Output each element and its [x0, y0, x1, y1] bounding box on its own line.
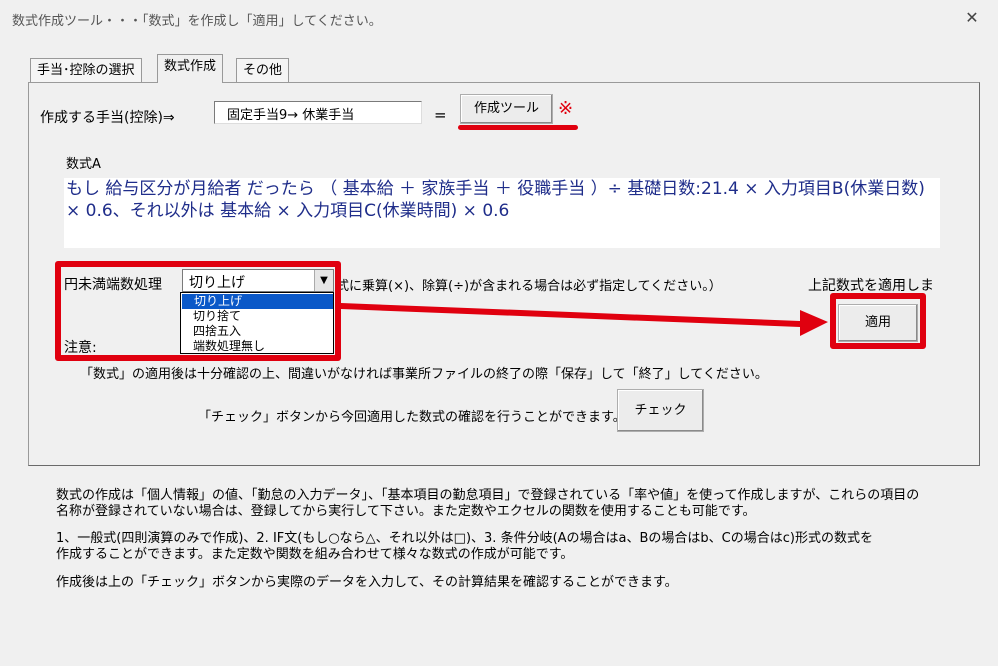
- check-description: 「チェック」ボタンから今回適用した数式の確認を行うことができます。⇒: [198, 410, 637, 425]
- check-button[interactable]: チェック: [617, 389, 704, 432]
- info-paragraph-1-line-2: 名称が登録されていない場合は、登録してから実行して下さい。また定数やエクセルの関…: [56, 504, 756, 519]
- info-paragraph-2-line-1: 1、一般式(四則演算のみで作成)、2. IF文(もし○なら△、それ以外は□)、3…: [56, 531, 873, 546]
- note-text: 「数式」の適用後は十分確認の上、間違いがなければ事業所ファイルの終了の際「保存」…: [80, 367, 768, 382]
- info-paragraph-1-line-1: 数式の作成は「個人情報」の値、「勤怠の入力データ」、「基本項目の勤怠項目」で登録…: [56, 488, 920, 503]
- tab-formula-creation[interactable]: 数式作成: [157, 54, 224, 83]
- info-paragraph-3: 作成後は上の「チェック」ボタンから実際のデータを入力して、その計算結果を確認する…: [56, 575, 678, 590]
- info-paragraph-2-line-2: 作成することができます。また定数や関数を組み合わせて様々な数式の作成が可能です。: [56, 547, 574, 562]
- apply-button[interactable]: 適用: [838, 304, 918, 342]
